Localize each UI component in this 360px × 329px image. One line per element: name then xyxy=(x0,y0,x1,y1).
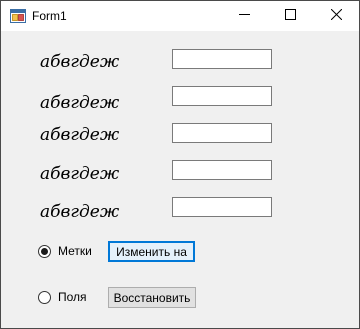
close-icon xyxy=(330,7,342,25)
sample-label-5: абвгдеж xyxy=(40,202,120,222)
text-field-2[interactable] xyxy=(172,86,272,106)
minimize-icon xyxy=(238,7,250,25)
title-bar[interactable]: Form1 xyxy=(1,1,359,31)
restore-button[interactable]: Восстановить xyxy=(108,287,196,308)
labels-radio[interactable] xyxy=(38,245,51,258)
form-app-icon[interactable] xyxy=(10,8,26,24)
sample-label-1: абвгдеж xyxy=(40,52,120,72)
fields-radio[interactable] xyxy=(38,291,51,304)
sample-label-4: абвгдеж xyxy=(40,164,120,184)
minimize-button[interactable] xyxy=(221,1,267,31)
text-field-3[interactable] xyxy=(172,123,272,143)
text-field-1[interactable] xyxy=(172,49,272,69)
maximize-icon xyxy=(284,7,296,25)
close-button[interactable] xyxy=(313,1,359,31)
fields-radio-label[interactable]: Поля xyxy=(58,290,87,304)
sample-label-3: абвгдеж xyxy=(40,125,120,145)
maximize-button[interactable] xyxy=(267,1,313,31)
text-field-5[interactable] xyxy=(172,197,272,217)
change-to-button[interactable]: Изменить на xyxy=(108,241,195,262)
form1-window: Form1 абвгдеж абвгдеж абвгдеж абвгдеж аб… xyxy=(0,0,360,329)
text-field-4[interactable] xyxy=(172,160,272,180)
labels-radio-label[interactable]: Метки xyxy=(58,244,92,258)
window-title: Form1 xyxy=(32,9,67,23)
form-client-area: абвгдеж абвгдеж абвгдеж абвгдеж абвгдеж … xyxy=(1,31,359,328)
sample-label-2: абвгдеж xyxy=(40,93,120,113)
